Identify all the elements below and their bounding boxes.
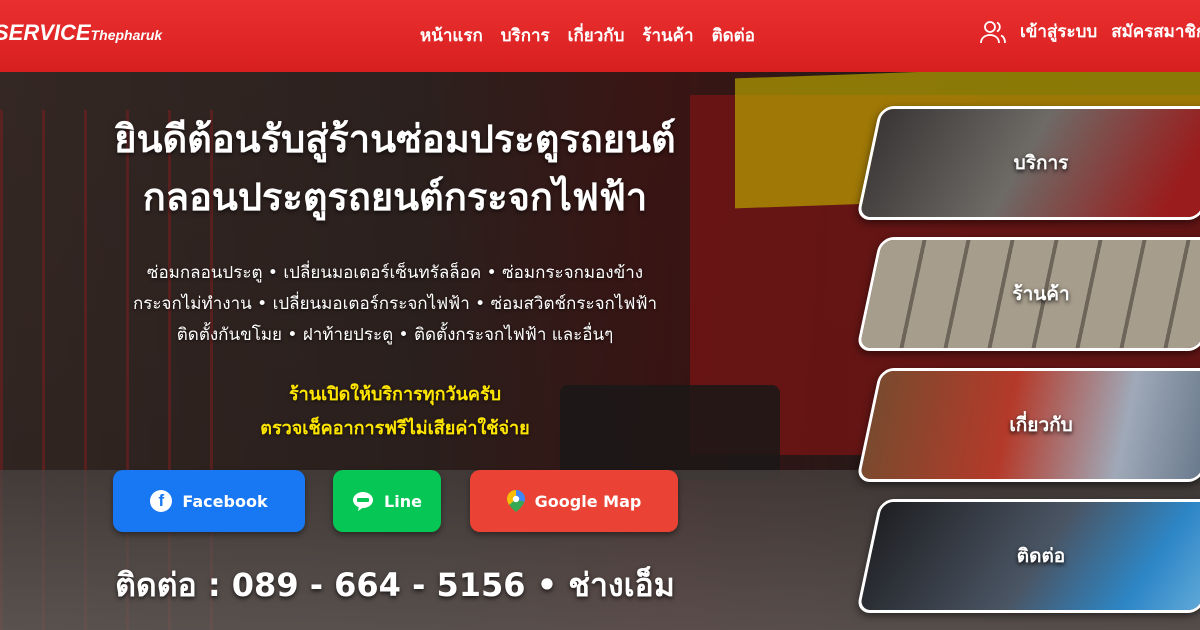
services-line-1: ซ่อมกลอนประตู • เปลี่ยนมอเตอร์เซ็นทรัลล็… [146, 263, 644, 283]
nav-services[interactable]: บริการ [501, 22, 550, 49]
google-map-button-label: Google Map [534, 491, 642, 511]
nav-home[interactable]: หน้าแรก [420, 22, 483, 49]
services-line-3: ติดตั้งกันขโมย • ฝาท้ายประตู • ติดตั้งกร… [176, 325, 614, 345]
line-chat-icon [353, 492, 374, 511]
line-button[interactable]: Line [333, 470, 441, 532]
nav-shop[interactable]: ร้านค้า [642, 22, 693, 49]
services-line-2: กระจกไม่ทำงาน • เปลี่ยนมอเตอร์กระจกไฟฟ้า… [132, 294, 658, 314]
card-shop-label: ร้านค้า [1012, 283, 1070, 305]
nav-contact[interactable]: ติดต่อ [712, 22, 755, 49]
headline-line-2: กลอนประตูรถยนต์กระจกไฟฟ้า [142, 175, 648, 219]
card-services[interactable]: บริการ [855, 106, 1200, 220]
site-logo[interactable]: SERVICEThepharuk [0, 20, 162, 46]
login-link[interactable]: เข้าสู่ระบบ [1020, 18, 1097, 45]
nav-about[interactable]: เกี่ยวกับ [568, 22, 625, 49]
promo-line-2: ตรวจเช็คอาการฟรีไม่เสียค่าใช้จ่าย [260, 418, 530, 439]
users-icon[interactable] [980, 19, 1006, 45]
promo-text: ร้านเปิดให้บริการทุกวันครับ ตรวจเช็คอากา… [0, 378, 790, 446]
register-link[interactable]: สมัครสมาชิก [1111, 18, 1200, 45]
contact-phone: ติดต่อ : 089 - 664 - 5156 • ช่างเอ็ม [115, 566, 675, 604]
map-pin-icon [506, 490, 525, 512]
hero-headline: ยินดีต้อนรับสู่ร้านซ่อมประตูรถยนต์ กลอนป… [0, 110, 790, 226]
card-contact-label: ติดต่อ [1016, 545, 1066, 567]
main-nav: หน้าแรก บริการ เกี่ยวกับ ร้านค้า ติดต่อ [420, 22, 755, 49]
headline-line-1: ยินดีต้อนรับสู่ร้านซ่อมประตูรถยนต์ [114, 117, 676, 161]
card-about[interactable]: เกี่ยวกับ [855, 368, 1200, 482]
line-button-label: Line [384, 491, 422, 511]
google-map-button[interactable]: Google Map [470, 470, 678, 532]
facebook-button-label: Facebook [182, 491, 268, 511]
card-about-label: เกี่ยวกับ [1009, 414, 1073, 436]
top-navbar: SERVICEThepharuk หน้าแรก บริการ เกี่ยวกั… [0, 0, 1200, 72]
card-contact[interactable]: ติดต่อ [855, 499, 1200, 613]
card-services-label: บริการ [1013, 152, 1069, 174]
services-list: ซ่อมกลอนประตู • เปลี่ยนมอเตอร์เซ็นทรัลล็… [0, 258, 790, 351]
facebook-button[interactable]: f Facebook [113, 470, 305, 532]
account-area: เข้าสู่ระบบ สมัครสมาชิก [980, 18, 1200, 45]
promo-line-1: ร้านเปิดให้บริการทุกวันครับ [288, 384, 502, 405]
facebook-icon: f [150, 490, 173, 512]
card-shop[interactable]: ร้านค้า [855, 237, 1200, 351]
